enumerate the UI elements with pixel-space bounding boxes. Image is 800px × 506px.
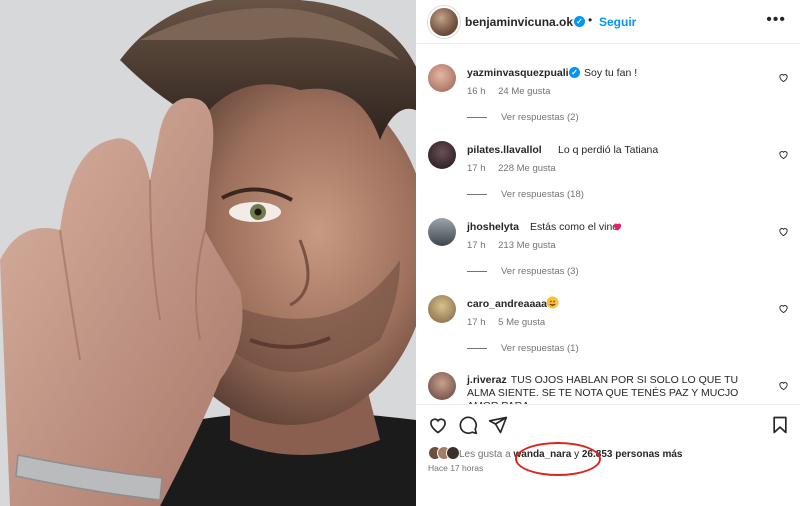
view-replies-button[interactable]: Ver respuestas (18): [467, 189, 584, 200]
comment-text: Lo q perdió la Tatiana: [558, 144, 659, 156]
heart-eyes-emoji-icon: [546, 296, 559, 309]
likes-connector: y: [574, 449, 580, 460]
comment-time: 17 h: [467, 317, 486, 328]
heart-icon[interactable]: [778, 226, 789, 237]
post-photo[interactable]: [0, 0, 416, 506]
view-replies-button[interactable]: Ver respuestas (1): [467, 343, 579, 354]
share-icon[interactable]: [488, 415, 508, 435]
comment-time: 17 h: [467, 163, 486, 174]
comment-avatar[interactable]: [428, 295, 456, 323]
heart-icon[interactable]: [778, 303, 789, 314]
comment-avatar[interactable]: [428, 64, 456, 92]
post-side-panel: benjaminvicuna.ok ✓ • Seguir ••• yazminv…: [416, 0, 800, 506]
comment-text: Estás como el vino: [530, 221, 619, 233]
comment-username[interactable]: j.riveraz: [467, 374, 507, 386]
likes-text: Les gusta a wanda_nara y 26.853 personas…: [459, 449, 683, 460]
heart-icon[interactable]: [778, 72, 789, 83]
liker-avatar: [446, 446, 460, 460]
heart-icon[interactable]: [778, 380, 789, 391]
view-replies-button[interactable]: Ver respuestas (3): [467, 266, 579, 277]
comment-likes[interactable]: 24 Me gusta: [498, 86, 550, 97]
portrait-image: [0, 0, 416, 506]
comment-likes[interactable]: 228 Me gusta: [498, 163, 556, 174]
comment-body: j.riveraz TUS OJOS HABLAN POR SI SOLO LO …: [467, 374, 759, 404]
replies-label: Ver respuestas (2): [501, 112, 579, 123]
heart-icon[interactable]: [778, 149, 789, 160]
comment-username[interactable]: jhoshelyta: [467, 221, 519, 233]
like-heart-icon[interactable]: [428, 415, 448, 435]
save-icon[interactable]: [770, 415, 790, 435]
comment-time: 17 h: [467, 240, 486, 251]
comment-avatar[interactable]: [428, 218, 456, 246]
likes-count[interactable]: 26.853 personas más: [582, 449, 683, 460]
likes-prefix: Les gusta a: [459, 449, 511, 460]
replies-line: [467, 348, 487, 349]
comment-meta: 16 h 24 Me gusta: [467, 86, 560, 97]
comment-likes[interactable]: 213 Me gusta: [498, 240, 556, 251]
comment-item: j.riveraz TUS OJOS HABLAN POR SI SOLO LO …: [416, 368, 800, 404]
comment-text: Soy tu fan !: [584, 67, 638, 79]
header-separator: •: [588, 13, 593, 27]
follow-button[interactable]: Seguir: [599, 15, 636, 29]
comment-time: 16 h: [467, 86, 486, 97]
view-replies-button[interactable]: Ver respuestas (2): [467, 112, 579, 123]
comment-meta: 17 h 228 Me gusta: [467, 163, 566, 174]
comment-icon[interactable]: [458, 415, 478, 435]
comment-username[interactable]: pilates.llavallol: [467, 144, 542, 156]
comment-username[interactable]: caro_andreaaaa: [467, 298, 547, 310]
post-time-ago: Hace 17 horas: [428, 463, 484, 473]
replies-line: [467, 271, 487, 272]
comment-avatar[interactable]: [428, 372, 456, 400]
author-avatar[interactable]: [428, 6, 460, 38]
more-options-icon[interactable]: •••: [766, 12, 786, 28]
comment-text: TUS OJOS HABLAN POR SI SOLO LO QUE TU AL…: [467, 374, 739, 404]
verified-badge-icon: ✓: [569, 67, 580, 78]
comment-meta: 17 h 5 Me gusta: [467, 317, 555, 328]
replies-line: [467, 194, 487, 195]
comment-avatar[interactable]: [428, 141, 456, 169]
replies-label: Ver respuestas (18): [501, 189, 584, 200]
comment-likes[interactable]: 5 Me gusta: [498, 317, 545, 328]
comment-meta: 17 h 213 Me gusta: [467, 240, 566, 251]
verified-badge-icon: ✓: [574, 16, 585, 27]
liker-username[interactable]: wanda_nara: [514, 449, 572, 460]
replies-label: Ver respuestas (1): [501, 343, 579, 354]
replies-label: Ver respuestas (3): [501, 266, 579, 277]
post-action-bar: [416, 404, 800, 444]
post-header: benjaminvicuna.ok ✓ • Seguir •••: [416, 0, 800, 44]
replies-line: [467, 117, 487, 118]
red-heart-emoji-icon: [613, 223, 622, 231]
author-username[interactable]: benjaminvicuna.ok: [465, 15, 573, 29]
comment-username[interactable]: yazminvasquezpuali: [467, 67, 569, 79]
